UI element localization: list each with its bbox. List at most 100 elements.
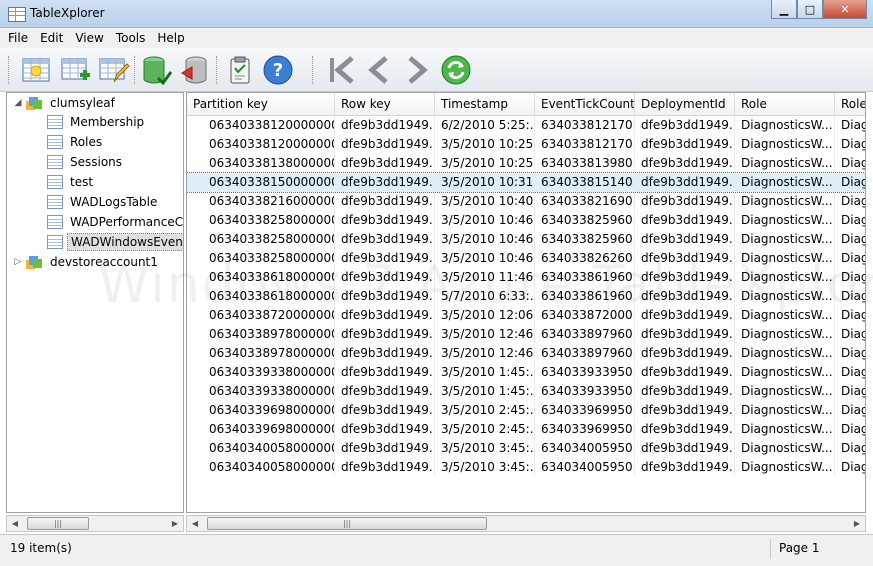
scrollbar-thumb[interactable]: |||: [207, 517, 487, 530]
table-row[interactable]: 063403382580000000 dfe9b3dd1949... 3/5/201…: [187, 230, 865, 249]
tree-account-label: clumsyleaf: [50, 95, 115, 110]
table-cell: Diag: [835, 154, 865, 173]
column-header[interactable]: RoleI: [835, 93, 865, 115]
grid-horizontal-scrollbar[interactable]: ◀ ||| ▶: [186, 515, 866, 532]
table-row[interactable]: 063403396980000000 dfe9b3dd1949... 3/5/201…: [187, 401, 865, 420]
table-icon: [47, 134, 63, 149]
status-bar: 19 item(s) Page 1: [0, 534, 873, 566]
table-cell: 3/5/2010 2:45:...: [435, 401, 535, 420]
table-cell: DiagnosticsW...: [735, 458, 835, 477]
table-row[interactable]: 063403393380000000 dfe9b3dd1949... 3/5/201…: [187, 382, 865, 401]
table-cell: DiagnosticsW...: [735, 116, 835, 135]
column-header[interactable]: Row key: [335, 93, 435, 115]
edit-row-icon[interactable]: [98, 54, 130, 86]
table-cell: 3/5/2010 12:46...: [435, 344, 535, 363]
table-cell: 634033812170...: [535, 135, 635, 154]
close-button[interactable]: ✕: [823, 0, 867, 19]
column-header[interactable]: DeploymentId: [635, 93, 735, 115]
scroll-right-icon[interactable]: ▶: [849, 516, 865, 531]
tree-table-roles[interactable]: Roles: [47, 132, 105, 151]
help-icon[interactable]: ?: [262, 54, 294, 86]
tree-account-label: devstoreaccount1: [50, 254, 158, 269]
table-cell: 063403382160000000: [187, 192, 335, 211]
tree-table-sessions[interactable]: Sessions: [47, 152, 125, 171]
expand-arrow-icon[interactable]: ▷: [11, 257, 25, 267]
table-cell: 634033821690...: [535, 192, 635, 211]
table-cell: 634033897960...: [535, 344, 635, 363]
toolbar-grip[interactable]: [8, 56, 12, 84]
table-cell: dfe9b3dd1949...: [635, 363, 735, 382]
table-cell: 634033933950...: [535, 382, 635, 401]
delete-database-icon[interactable]: [178, 54, 210, 86]
tree-account-clumsyleaf[interactable]: ◢ clumsyleaf: [11, 93, 118, 112]
column-header[interactable]: EventTickCount: [535, 93, 635, 115]
table-cell: dfe9b3dd1949...: [635, 173, 735, 192]
tree-table-wadperformance[interactable]: WADPerformanceCou: [47, 212, 183, 231]
table-row[interactable]: 063403381500000000 dfe9b3dd1949... 3/5/201…: [187, 172, 865, 193]
table-cell: 3/5/2010 10:25...: [435, 154, 535, 173]
table-row[interactable]: 063403381380000000 dfe9b3dd1949... 3/5/201…: [187, 154, 865, 173]
refresh-icon[interactable]: [440, 54, 472, 86]
scrollbar-thumb[interactable]: |||: [27, 517, 89, 530]
table-cell: Diag: [835, 363, 865, 382]
table-cell: Diag: [835, 287, 865, 306]
maximize-button[interactable]: □: [797, 0, 823, 19]
column-header[interactable]: Partition key: [187, 93, 335, 115]
table-cell: 063403400580000000: [187, 458, 335, 477]
tree-table-test[interactable]: test: [47, 172, 96, 191]
toolbar-grip[interactable]: [312, 56, 316, 84]
table-row[interactable]: 063403393380000000 dfe9b3dd1949... 3/5/201…: [187, 363, 865, 382]
table-row[interactable]: 063403389780000000 dfe9b3dd1949... 3/5/201…: [187, 344, 865, 363]
menu-help[interactable]: Help: [157, 31, 184, 45]
table-row[interactable]: 063403382580000000 dfe9b3dd1949... 3/5/201…: [187, 249, 865, 268]
table-cell: 063403382580000000: [187, 230, 335, 249]
tree-horizontal-scrollbar[interactable]: ◀ ||| ▶: [6, 515, 184, 532]
table-cell: 063403386180000000: [187, 287, 335, 306]
table-cell: Diag: [835, 211, 865, 230]
table-row[interactable]: 063403386180000000 dfe9b3dd1949... 5/7/201…: [187, 287, 865, 306]
save-database-icon[interactable]: [140, 54, 172, 86]
table-cell: dfe9b3dd1949...: [335, 249, 435, 268]
table-cell: dfe9b3dd1949...: [635, 458, 735, 477]
table-cell: Diag: [835, 268, 865, 287]
table-row[interactable]: 063403386180000000 dfe9b3dd1949... 3/5/201…: [187, 268, 865, 287]
collapse-arrow-icon[interactable]: ◢: [11, 98, 25, 108]
table-row[interactable]: 063403400580000000 dfe9b3dd1949... 3/5/201…: [187, 458, 865, 477]
table-row[interactable]: 063403382580000000 dfe9b3dd1949... 3/5/201…: [187, 211, 865, 230]
menu-file[interactable]: File: [8, 31, 28, 45]
scroll-left-icon[interactable]: ◀: [7, 516, 23, 531]
scroll-right-icon[interactable]: ▶: [167, 516, 183, 531]
previous-page-icon[interactable]: [364, 54, 396, 86]
new-table-icon[interactable]: [20, 54, 52, 86]
table-row[interactable]: 063403381200000000 dfe9b3dd1949... 3/5/201…: [187, 135, 865, 154]
table-row[interactable]: 063403396980000000 dfe9b3dd1949... 3/5/201…: [187, 420, 865, 439]
table-row[interactable]: 063403387200000000 dfe9b3dd1949... 3/5/201…: [187, 306, 865, 325]
table-row[interactable]: 063403381200000000 dfe9b3dd1949... 6/2/201…: [187, 116, 865, 135]
column-header[interactable]: Role: [735, 93, 835, 115]
tree-table-wadwindowsevent[interactable]: WADWindowsEventL: [47, 232, 183, 251]
menu-edit[interactable]: Edit: [40, 31, 63, 45]
table-cell: 063403381200000000: [187, 116, 335, 135]
column-header[interactable]: Timestamp: [435, 93, 535, 115]
clipboard-icon[interactable]: [224, 54, 256, 86]
add-row-icon[interactable]: [60, 54, 92, 86]
menu-view[interactable]: View: [75, 31, 103, 45]
table-row[interactable]: 063403389780000000 dfe9b3dd1949... 3/5/201…: [187, 325, 865, 344]
menu-tools[interactable]: Tools: [116, 31, 146, 45]
table-cell: dfe9b3dd1949...: [335, 154, 435, 173]
table-row[interactable]: 063403400580000000 dfe9b3dd1949... 3/5/201…: [187, 439, 865, 458]
minimize-button[interactable]: ▁: [771, 0, 797, 19]
window-title: TableXplorer: [30, 6, 105, 20]
tree-table-membership[interactable]: Membership: [47, 112, 147, 131]
first-page-icon[interactable]: [326, 54, 358, 86]
table-cell: 3/5/2010 10:46...: [435, 211, 535, 230]
next-page-icon[interactable]: [400, 54, 432, 86]
status-divider: [770, 539, 771, 559]
table-row[interactable]: 063403382160000000 dfe9b3dd1949... 3/5/201…: [187, 192, 865, 211]
table-cell: dfe9b3dd1949...: [335, 116, 435, 135]
table-cell: dfe9b3dd1949...: [335, 458, 435, 477]
scroll-left-icon[interactable]: ◀: [187, 516, 203, 531]
tree-table-wadlogstable[interactable]: WADLogsTable: [47, 192, 160, 211]
table-cell: dfe9b3dd1949...: [635, 230, 735, 249]
tree-account-devstoreaccount1[interactable]: ▷ devstoreaccount1: [11, 252, 161, 271]
